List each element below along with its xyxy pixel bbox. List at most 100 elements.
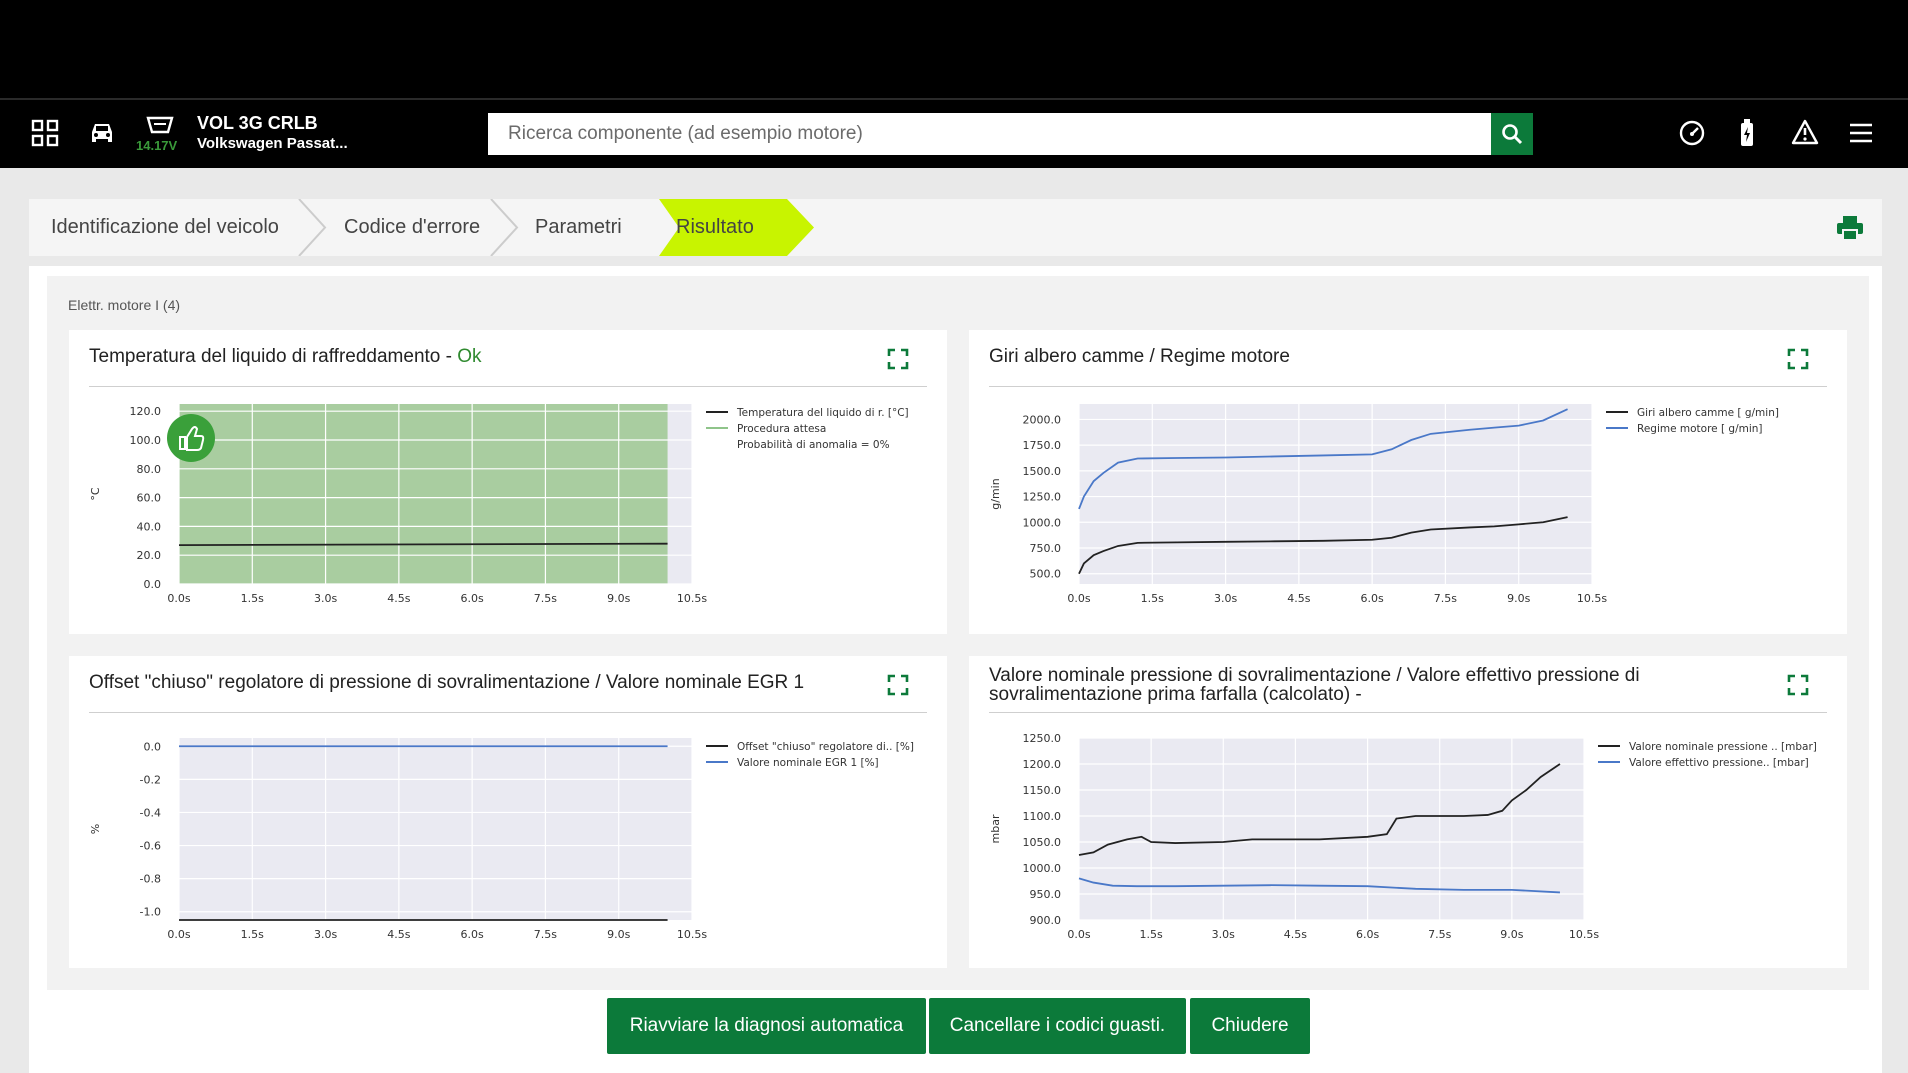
print-icon[interactable] [1836,215,1864,241]
thumbs-up-badge [167,414,215,462]
chart-coolant-temp: 0.0s 1.5s 3.0s 4.5s 6.0s 7.5s 9.0s 10.5s 120.0 10… [89,404,909,605]
legend-entry: Valore nominale pressione .. [mbar] [1629,741,1817,753]
y-axis-label: g/min [989,478,1002,509]
panel-title: Temperatura del liquido di raffreddament… [89,346,482,368]
y-axis-label: % [89,824,102,834]
x-tick-label: 7.5s [1428,928,1451,941]
y-tick-label: 1250.0 [1023,491,1062,504]
breadcrumb-step-parameters[interactable]: Parametri [535,199,622,256]
expand-icon[interactable] [887,348,909,370]
vehicle-model: Volkswagen Passat... [197,135,348,152]
y-tick-label: 1000.0 [1023,862,1062,875]
x-tick-label: 1.5s [1140,928,1163,941]
x-tick-label: 7.5s [1434,592,1457,605]
y-tick-label: 0.0 [144,740,162,753]
search-input[interactable] [488,113,1491,155]
hamburger-menu-icon[interactable] [1848,122,1878,152]
legend-extra: Probabilità di anomalia = 0% [737,439,890,451]
expand-icon[interactable] [1787,348,1809,370]
search-button[interactable] [1491,113,1533,155]
y-tick-label: 20.0 [137,549,162,562]
y-tick-label: 1200.0 [1023,758,1062,771]
x-tick-label: 10.5s [1569,928,1599,941]
clear-fault-codes-button[interactable]: Cancellare i codici guasti. [929,998,1186,1054]
plot-area [179,738,692,920]
x-tick-label: 0.0s [167,928,190,941]
legend-entry: Offset "chiuso" regolatore di.. [%] [737,741,914,753]
panel-divider [989,712,1827,713]
panel-divider [89,386,927,387]
x-tick-label: 4.5s [387,592,410,605]
legend-entry: Temperatura del liquido di r. [°C] [736,407,909,419]
y-tick-label: 750.0 [1030,542,1062,555]
expand-icon[interactable] [887,674,909,696]
x-tick-label: 9.0s [1500,928,1523,941]
x-tick-label: 6.0s [461,592,484,605]
x-tick-label: 3.0s [314,928,337,941]
breadcrumb-step-error-code[interactable]: Codice d'errore [344,199,480,256]
vehicle-code: VOL 3G CRLB [197,113,318,133]
search-icon [1502,124,1523,145]
y-tick-label: 2000.0 [1023,413,1062,426]
close-button[interactable]: Chiudere [1190,998,1310,1054]
x-tick-label: 10.5s [677,592,707,605]
section-label: Elettr. motore I (4) [68,297,181,313]
y-tick-label: 40.0 [137,520,162,533]
battery-icon[interactable] [1737,118,1767,148]
chart-boost-pressure: 0.0s 1.5s 3.0s 4.5s 6.0s 7.5s 9.0s 10.5s 1250.0 1… [989,732,1817,941]
x-tick-label: 10.5s [1577,592,1607,605]
x-tick-label: 6.0s [1356,928,1379,941]
y-tick-label: 80.0 [137,463,162,476]
y-tick-label: 120.0 [130,405,162,418]
x-tick-label: 9.0s [607,928,630,941]
car-icon[interactable] [88,120,118,150]
y-tick-label: -0.6 [140,840,161,853]
apps-grid-icon[interactable] [31,119,61,149]
thumbs-up-icon [167,414,215,462]
y-tick-label: 1100.0 [1023,810,1062,823]
x-tick-label: 1.5s [1141,592,1164,605]
warning-icon[interactable] [1791,119,1821,149]
y-tick-label: 1000.0 [1023,516,1062,529]
chart-panel-boost-pressure: Valore nominale pressione di sovraliment… [969,656,1847,968]
chart-panel-coolant-temp: Temperatura del liquido di raffreddament… [69,330,947,634]
x-tick-label: 9.0s [607,592,630,605]
x-tick-label: 6.0s [1361,592,1384,605]
breadcrumb-step-vehicle-id[interactable]: Identificazione del veicolo [51,199,279,256]
panel-title: Giri albero camme / Regime motore [989,346,1290,367]
y-tick-label: 1500.0 [1023,465,1062,478]
panel-status: Ok [457,346,482,367]
y-tick-label: 1250.0 [1023,732,1062,745]
x-tick-label: 0.0s [1067,928,1090,941]
x-tick-label: 4.5s [1287,592,1310,605]
chart-panel-camshaft-rpm: Giri albero camme / Regime motore 0.0s 1.… [969,330,1847,634]
panel-status-sep: - [445,346,452,367]
x-tick-label: 9.0s [1507,592,1530,605]
restart-diagnosis-button[interactable]: Riavviare la diagnosi automatica [607,998,926,1054]
y-tick-label: 0.0 [144,578,162,591]
panel-title: Valore nominale pressione di sovraliment… [989,665,1640,705]
y-tick-label: -1.0 [140,906,161,919]
plot-area [1079,738,1584,920]
y-tick-label: 100.0 [130,434,162,447]
y-tick-label: 950.0 [1030,888,1062,901]
legend-entry: Valore effettivo pressione.. [mbar] [1629,757,1809,769]
y-tick-label: -0.4 [140,806,161,819]
breadcrumb-step-result[interactable]: Risultato [676,199,754,256]
battery-voltage: 14.17V [136,138,178,153]
x-tick-label: 7.5s [534,928,557,941]
x-tick-label: 0.0s [1067,592,1090,605]
y-tick-label: 1150.0 [1023,784,1062,797]
x-tick-label: 3.0s [1212,928,1235,941]
x-tick-label: 3.0s [1214,592,1237,605]
x-tick-label: 3.0s [314,592,337,605]
y-axis-label: °C [89,487,102,501]
y-tick-label: 500.0 [1030,568,1062,581]
gauge-icon[interactable] [1678,119,1708,149]
x-tick-label: 6.0s [461,928,484,941]
panel-title: Offset "chiuso" regolatore di pressione … [89,672,805,693]
y-tick-label: 60.0 [137,492,162,505]
panel-title-text: Temperatura del liquido di raffreddament… [89,346,441,367]
expand-icon[interactable] [1787,674,1809,696]
panel-divider [989,386,1827,387]
